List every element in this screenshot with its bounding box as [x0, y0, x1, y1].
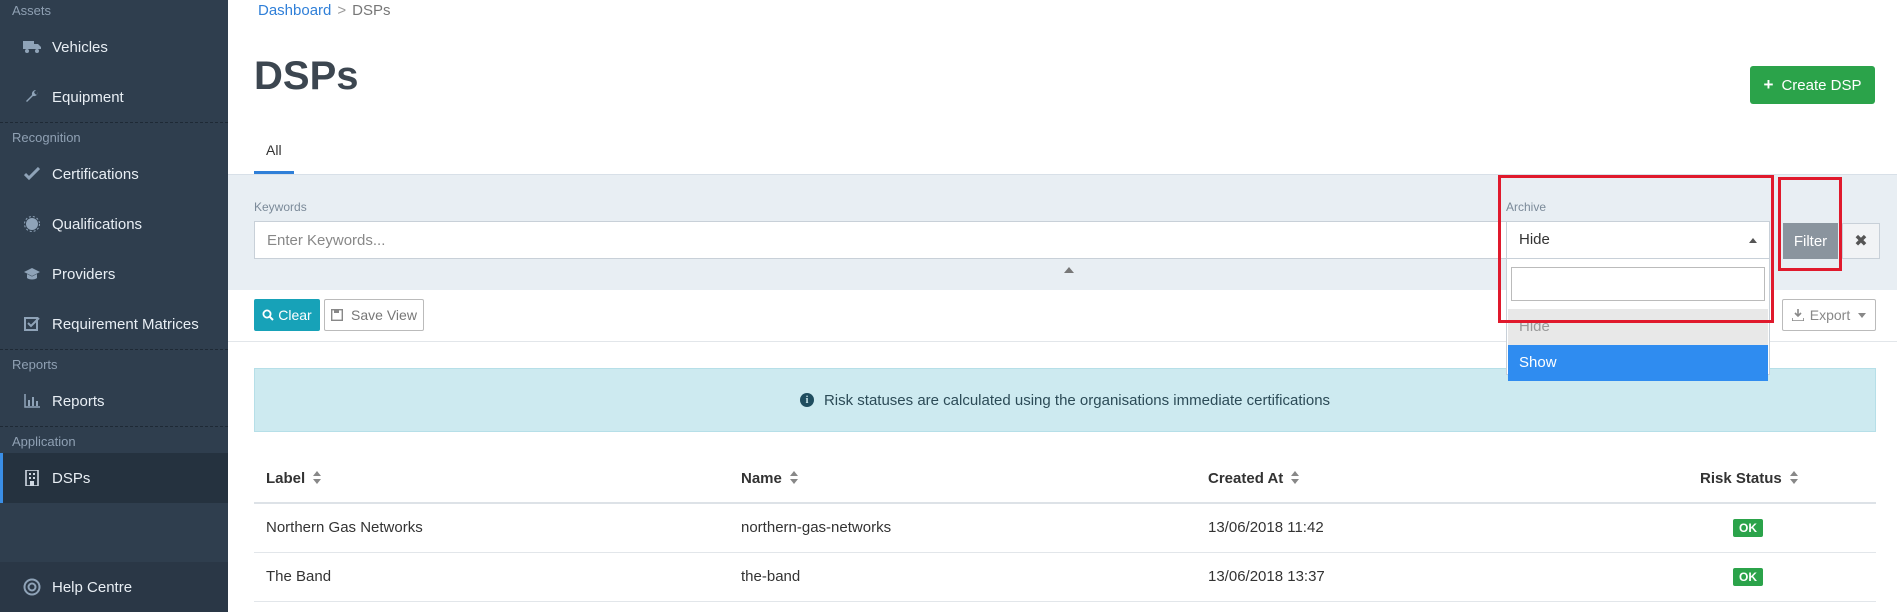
- graduation-cap-icon: [22, 264, 42, 284]
- sort-icon: [1789, 471, 1798, 485]
- breadcrumb-separator: >: [337, 2, 347, 19]
- sidebar-item-label: Reports: [52, 392, 105, 410]
- collapse-filters-icon[interactable]: [1064, 267, 1074, 273]
- filter-panel: Keywords Archive Hide Hide Show Filter ✖: [228, 174, 1897, 381]
- floppy-icon: [331, 309, 344, 321]
- building-icon: [22, 468, 42, 488]
- cell-label: The Band: [266, 568, 332, 585]
- breadcrumb-current: DSPs: [352, 2, 391, 19]
- sort-icon: [789, 471, 798, 485]
- badge-icon: [22, 214, 42, 234]
- tab-all[interactable]: All: [254, 138, 294, 174]
- column-header-label[interactable]: Label: [266, 455, 322, 503]
- sidebar-item-help-centre[interactable]: Help Centre: [0, 562, 228, 612]
- bar-chart-icon: [22, 391, 42, 411]
- keywords-input[interactable]: [254, 221, 1534, 259]
- save-view-label: Save View: [351, 307, 417, 323]
- column-header-risk-status[interactable]: Risk Status: [1700, 455, 1798, 503]
- sidebar-item-requirement-matrices[interactable]: Requirement Matrices: [0, 299, 228, 349]
- sort-icon: [313, 471, 322, 485]
- clear-label: Clear: [278, 307, 312, 323]
- check-icon: [22, 164, 42, 184]
- sidebar-item-providers[interactable]: Providers: [0, 249, 228, 299]
- sidebar-item-vehicles[interactable]: Vehicles: [0, 22, 228, 72]
- sidebar-item-label: Providers: [52, 265, 116, 283]
- sidebar-item-dsps[interactable]: DSPs: [0, 453, 228, 503]
- create-dsp-button[interactable]: + Create DSP: [1750, 66, 1875, 104]
- sidebar-item-reports[interactable]: Reports: [0, 376, 228, 426]
- sidebar-item-label: Requirement Matrices: [52, 315, 199, 333]
- page-title: DSPs: [254, 54, 359, 98]
- table-header-row: Label Name Created At Risk Status: [254, 455, 1876, 504]
- column-header-text: Risk Status: [1700, 470, 1782, 487]
- dsps-table: Label Name Created At Risk Status Northe…: [254, 455, 1876, 602]
- tabs: All: [254, 138, 1875, 174]
- info-icon: i: [799, 393, 814, 407]
- sidebar-divider: [0, 426, 228, 427]
- sidebar: Assets Vehicles Equipment Recognition Ce…: [0, 0, 228, 612]
- table-row[interactable]: Northern Gas Networks northern-gas-netwo…: [254, 504, 1876, 553]
- plus-icon: +: [1763, 75, 1774, 94]
- filter-button[interactable]: Filter: [1783, 223, 1838, 259]
- truck-icon: [22, 37, 42, 57]
- info-alert-text: Risk statuses are calculated using the o…: [823, 391, 1331, 409]
- column-header-name[interactable]: Name: [741, 455, 798, 503]
- checkbox-icon: [22, 314, 42, 334]
- keywords-label: Keywords: [254, 200, 307, 214]
- sidebar-item-qualifications[interactable]: Qualifications: [0, 199, 228, 249]
- archive-option-show[interactable]: Show: [1508, 345, 1768, 381]
- sidebar-item-label: Certifications: [52, 165, 139, 183]
- save-view-button[interactable]: Save View: [324, 299, 424, 331]
- cell-risk-status: OK: [1733, 504, 1763, 552]
- close-icon[interactable]: ✖: [1842, 223, 1880, 259]
- sidebar-item-label: Vehicles: [52, 38, 108, 56]
- wrench-icon: [22, 87, 42, 107]
- export-label: Export: [1809, 307, 1851, 323]
- cell-created-at: 13/06/2018 11:42: [1208, 519, 1324, 536]
- sidebar-section-reports: Reports: [12, 357, 58, 372]
- column-header-text: Created At: [1208, 470, 1284, 487]
- breadcrumb-dashboard-link[interactable]: Dashboard: [258, 2, 331, 19]
- sidebar-item-certifications[interactable]: Certifications: [0, 149, 228, 199]
- sidebar-section-application: Application: [12, 434, 76, 449]
- table-row[interactable]: The Band the-band 13/06/2018 13:37 OK: [254, 553, 1876, 602]
- archive-dropdown: Hide Show: [1506, 259, 1770, 381]
- clear-button[interactable]: Clear: [254, 299, 320, 331]
- chevron-down-icon: [1858, 312, 1867, 318]
- cell-created-at: 13/06/2018 13:37: [1208, 568, 1325, 585]
- sidebar-section-recognition: Recognition: [12, 130, 81, 145]
- archive-label: Archive: [1506, 200, 1547, 214]
- archive-option-hide[interactable]: Hide: [1508, 309, 1768, 345]
- archive-select[interactable]: Hide: [1506, 221, 1770, 259]
- caret-up-icon: [1749, 238, 1757, 243]
- export-button[interactable]: Export: [1782, 299, 1876, 331]
- cell-name: northern-gas-networks: [741, 519, 892, 536]
- sidebar-item-label: DSPs: [52, 469, 91, 487]
- sidebar-item-label: Qualifications: [52, 215, 143, 233]
- status-badge: OK: [1733, 519, 1763, 538]
- cell-label: Northern Gas Networks: [266, 519, 423, 536]
- create-dsp-label: Create DSP: [1781, 76, 1862, 94]
- breadcrumb: Dashboard > DSPs: [258, 2, 391, 19]
- lifebuoy-icon: [22, 577, 42, 597]
- sidebar-item-equipment[interactable]: Equipment: [0, 72, 228, 122]
- column-header-text: Label: [266, 470, 306, 487]
- status-badge: OK: [1733, 568, 1763, 587]
- column-header-created-at[interactable]: Created At: [1208, 455, 1300, 503]
- main-content: Dashboard > DSPs DSPs + Create DSP All Key…: [228, 0, 1897, 612]
- search-icon: [262, 309, 274, 321]
- cell-risk-status: OK: [1733, 553, 1763, 601]
- sidebar-divider: [0, 349, 228, 350]
- sidebar-item-label: Equipment: [52, 88, 124, 106]
- archive-dropdown-search-input[interactable]: [1511, 267, 1765, 301]
- sidebar-item-label: Help Centre: [52, 578, 133, 596]
- download-icon: [1791, 309, 1804, 321]
- sidebar-divider: [0, 122, 228, 123]
- column-header-text: Name: [741, 470, 782, 487]
- archive-selected-value: Hide: [1519, 231, 1550, 248]
- sort-icon: [1291, 471, 1300, 485]
- cell-name: the-band: [741, 568, 801, 585]
- sidebar-section-assets: Assets: [12, 3, 52, 18]
